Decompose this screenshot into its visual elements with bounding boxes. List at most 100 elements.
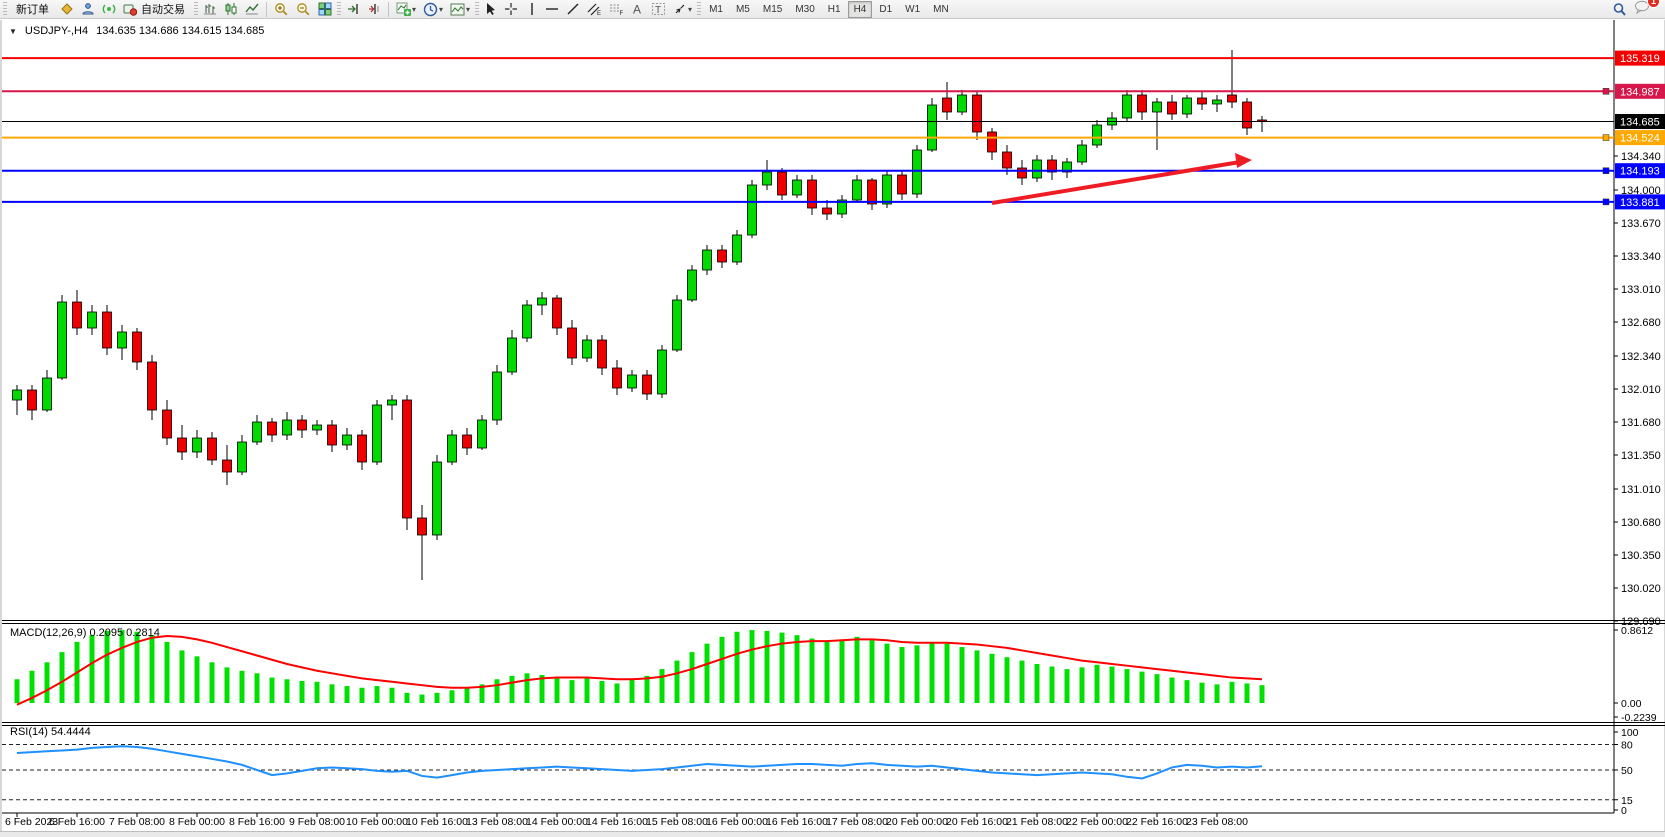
- trendline-icon: [566, 2, 580, 16]
- chart-canvas[interactable]: 134.340134.000133.670133.340133.010132.6…: [2, 20, 1665, 832]
- fibonacci-button[interactable]: F: [606, 1, 627, 18]
- arrows-icon: [673, 2, 687, 16]
- svg-text:133.010: 133.010: [1621, 284, 1661, 296]
- toolbar-grip[interactable]: [337, 2, 341, 17]
- tile-windows-button[interactable]: [315, 1, 335, 18]
- svg-text:21 Feb 08:00: 21 Feb 08:00: [1006, 816, 1068, 828]
- auto-scroll-icon: [346, 2, 360, 16]
- trendline-button[interactable]: [563, 1, 583, 18]
- svg-text:22 Feb 00:00: 22 Feb 00:00: [1066, 816, 1128, 828]
- toolbar-separator: [266, 2, 267, 17]
- svg-text:20 Feb 00:00: 20 Feb 00:00: [886, 816, 948, 828]
- search-button[interactable]: [1609, 1, 1630, 18]
- price-lines: 135.319134.987134.685134.524134.193133.8…: [2, 51, 1665, 210]
- zoom-in-icon: [274, 2, 289, 17]
- svg-text:7 Feb 08:00: 7 Feb 08:00: [109, 816, 165, 828]
- svg-text:134.193: 134.193: [1620, 166, 1660, 178]
- toolbar-grip[interactable]: [194, 2, 198, 17]
- toolbar-grip[interactable]: [475, 2, 479, 17]
- cursor-button[interactable]: [481, 1, 500, 18]
- svg-text:132.680: 132.680: [1621, 317, 1661, 329]
- tab-h1[interactable]: H1: [822, 1, 847, 18]
- horizontal-line-icon: [545, 3, 559, 15]
- indicators-button[interactable]: ▾: [393, 1, 419, 18]
- svg-text:134.987: 134.987: [1620, 86, 1660, 98]
- signal-button[interactable]: [99, 1, 119, 18]
- zoom-in-button[interactable]: [271, 1, 292, 18]
- svg-text:134.340: 134.340: [1621, 151, 1661, 163]
- tab-m1[interactable]: M1: [703, 1, 729, 18]
- tab-mn[interactable]: MN: [927, 1, 955, 18]
- text-button[interactable]: A: [628, 1, 647, 18]
- toolbar-grip[interactable]: [3, 2, 7, 17]
- svg-text:E: E: [597, 11, 601, 16]
- candles: [13, 50, 1267, 580]
- chart-window: 134.340134.000133.670133.340133.010132.6…: [0, 20, 1665, 832]
- svg-text:133.881: 133.881: [1620, 197, 1660, 209]
- auto-trading-button[interactable]: 自动交易: [120, 1, 192, 18]
- new-order-button[interactable]: 新订单: [9, 1, 56, 18]
- chart-menu-arrow-icon[interactable]: ▼: [9, 27, 17, 36]
- arrows-button[interactable]: ▾: [670, 1, 695, 18]
- clock-icon: [423, 2, 438, 17]
- crosshair-button[interactable]: [501, 1, 521, 18]
- macd-indicator-label: MACD(12,26,9) 0.2095 0.2814: [10, 627, 160, 639]
- svg-text:16 Feb 16:00: 16 Feb 16:00: [766, 816, 828, 828]
- auto-scroll-button[interactable]: [343, 1, 363, 18]
- signal-icon: [102, 2, 116, 16]
- support-person-icon: [81, 2, 95, 16]
- svg-text:15 Feb 08:00: 15 Feb 08:00: [646, 816, 708, 828]
- price-axis-ticks: 134.340134.000133.670133.340133.010132.6…: [1614, 151, 1661, 628]
- tab-h4[interactable]: H4: [848, 1, 873, 18]
- svg-text:0.00: 0.00: [1621, 698, 1642, 710]
- svg-text:F: F: [620, 11, 624, 16]
- svg-text:134.685: 134.685: [1620, 117, 1660, 129]
- svg-text:131.350: 131.350: [1621, 450, 1661, 462]
- notification-badge[interactable]: 1: [1647, 0, 1660, 8]
- chart-shift-button[interactable]: [364, 1, 384, 18]
- svg-text:T: T: [655, 5, 661, 16]
- horizontal-line-button[interactable]: [542, 1, 562, 18]
- svg-text:130.680: 130.680: [1621, 517, 1661, 529]
- svg-text:80: 80: [1621, 740, 1633, 752]
- candlestick-chart-button[interactable]: [221, 1, 241, 18]
- tab-d1[interactable]: D1: [873, 1, 898, 18]
- toolbar: 新订单 自动交易: [0, 0, 1665, 19]
- tab-w1[interactable]: W1: [899, 1, 926, 18]
- trend-arrow: [992, 153, 1252, 203]
- equidistant-channel-button[interactable]: E: [584, 1, 605, 18]
- time-axis: 6 Feb 20236 Feb 16:007 Feb 08:008 Feb 00…: [5, 813, 1248, 828]
- templates-button[interactable]: ▾: [447, 1, 473, 18]
- tab-m15[interactable]: M15: [757, 1, 788, 18]
- text-label-button[interactable]: T: [648, 1, 669, 18]
- chart-shift-icon: [367, 2, 381, 16]
- arrows-dropdown-arrow: ▾: [688, 5, 692, 14]
- tab-m5[interactable]: M5: [730, 1, 756, 18]
- indicators-icon: [396, 2, 411, 16]
- periods-button[interactable]: ▾: [420, 1, 446, 18]
- svg-text:20 Feb 16:00: 20 Feb 16:00: [946, 816, 1008, 828]
- text-icon: A: [631, 2, 644, 16]
- tab-m30[interactable]: M30: [789, 1, 820, 18]
- cursor-icon: [484, 2, 497, 16]
- svg-text:14 Feb 00:00: 14 Feb 00:00: [526, 816, 588, 828]
- indicators-dropdown-arrow: ▾: [412, 5, 416, 14]
- ohlc-values: 134.635 134.686 134.615 134.685: [96, 25, 264, 37]
- crosshair-icon: [504, 2, 518, 16]
- svg-text:130.020: 130.020: [1621, 583, 1661, 595]
- rsi-panel: 1008050150: [2, 727, 1639, 817]
- line-chart-button[interactable]: [242, 1, 262, 18]
- toolbar-grip[interactable]: [697, 2, 701, 17]
- svg-text:132.340: 132.340: [1621, 351, 1661, 363]
- gold-button[interactable]: [57, 1, 77, 18]
- zoom-out-button[interactable]: [293, 1, 314, 18]
- vertical-line-button[interactable]: [522, 1, 541, 18]
- bar-chart-icon: [203, 2, 217, 16]
- tile-windows-icon: [318, 2, 332, 16]
- bar-chart-button[interactable]: [200, 1, 220, 18]
- svg-text:132.010: 132.010: [1621, 384, 1661, 396]
- support-button[interactable]: [78, 1, 98, 18]
- templates-icon: [450, 3, 465, 16]
- line-chart-icon: [245, 2, 259, 16]
- toolbar-separator: [388, 2, 389, 17]
